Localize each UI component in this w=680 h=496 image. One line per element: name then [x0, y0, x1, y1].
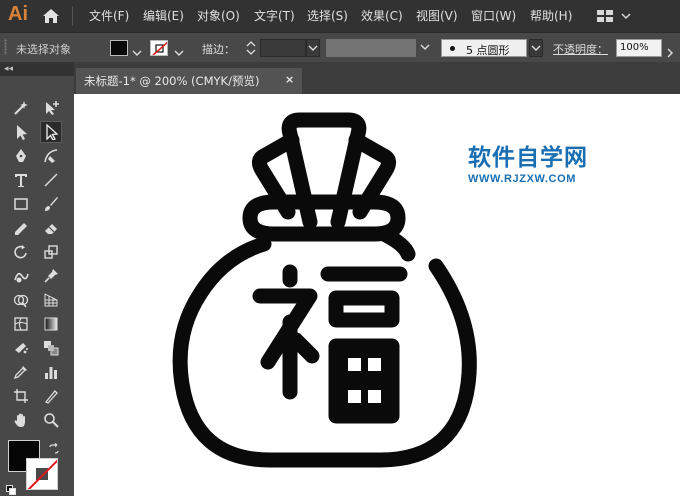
- rotate-tool-icon[interactable]: [10, 241, 32, 263]
- brush-definition-field[interactable]: 5 点圆形: [441, 39, 527, 57]
- menu-view[interactable]: 视图(V): [416, 7, 458, 24]
- variable-width-profile[interactable]: [326, 39, 416, 57]
- opacity-label[interactable]: 不透明度：: [553, 41, 608, 57]
- puppet-warp-tool-icon[interactable]: [40, 265, 62, 287]
- zoom-tool-icon[interactable]: [40, 409, 62, 431]
- type-tool-icon[interactable]: [10, 169, 32, 191]
- brush-size: 5: [466, 44, 473, 57]
- stroke-color-box[interactable]: [26, 458, 58, 490]
- tools-panel: [0, 76, 74, 496]
- stroke-weight-dropdown[interactable]: [306, 39, 320, 57]
- workspace-switcher-icon[interactable]: [596, 8, 634, 24]
- panel-grip-icon[interactable]: [4, 39, 7, 55]
- document-tab[interactable]: 未标题-1* @ 200% (CMYK/预览) ×: [76, 68, 302, 94]
- perspective-grid-tool-icon[interactable]: [40, 289, 62, 311]
- collapse-panel-icon[interactable]: ◂◂: [4, 64, 13, 74]
- stroke-color-swatch[interactable]: [150, 40, 168, 56]
- selection-tool-icon[interactable]: [10, 121, 32, 143]
- warp-tool-icon[interactable]: [10, 265, 32, 287]
- mesh-tool-icon[interactable]: [10, 313, 32, 335]
- menu-bar: Ai 文件(F) 编辑(E) 对象(O) 文字(T) 选择(S) 效果(C) 视…: [0, 0, 680, 32]
- money-bag-icon[interactable]: [74, 94, 680, 496]
- menu-window[interactable]: 窗口(W): [471, 7, 516, 24]
- home-icon[interactable]: [40, 6, 62, 26]
- app-logo: Ai: [8, 3, 28, 25]
- menu-effect[interactable]: 效果(C): [361, 7, 403, 24]
- scale-tool-icon[interactable]: [40, 241, 62, 263]
- tools-panel-header[interactable]: ◂◂: [0, 62, 74, 76]
- chevron-down-icon[interactable]: [174, 43, 184, 56]
- anchor-add-tool-icon[interactable]: [40, 97, 62, 119]
- menu-help[interactable]: 帮助(H): [530, 7, 572, 24]
- brush-dot-icon: [450, 46, 455, 51]
- menu-type[interactable]: 文字(T): [254, 7, 295, 24]
- control-bar: 未选择对象 描边： 5 点圆形 不透明度： 100%: [0, 32, 680, 62]
- opacity-input[interactable]: 100%: [616, 39, 662, 57]
- eyedropper-tool-icon[interactable]: [10, 361, 32, 383]
- magic-wand-tool-icon[interactable]: [10, 97, 32, 119]
- slice-tool-icon[interactable]: [40, 385, 62, 407]
- menu-select[interactable]: 选择(S): [307, 7, 348, 24]
- menu-file[interactable]: 文件(F): [89, 7, 129, 24]
- stroke-label: 描边：: [202, 43, 235, 56]
- artboard-tool-icon[interactable]: [10, 385, 32, 407]
- watermark: 软件自学网 WWW.RJZXW.COM: [468, 138, 588, 185]
- brush-dropdown[interactable]: [529, 39, 543, 57]
- direct-selection-tool-icon[interactable]: [40, 121, 62, 143]
- selection-status: 未选择对象: [16, 43, 71, 56]
- rectangle-tool-icon[interactable]: [10, 193, 32, 215]
- menu-edit[interactable]: 编辑(E): [143, 7, 184, 24]
- artboard-canvas[interactable]: 软件自学网 WWW.RJZXW.COM: [74, 94, 680, 496]
- column-graph-tool-icon[interactable]: [40, 361, 62, 383]
- brush-name: 点圆形: [476, 44, 510, 57]
- blend-tool-icon[interactable]: [40, 337, 62, 359]
- default-fill-stroke-icon[interactable]: [6, 480, 16, 495]
- document-tab-label: 未标题-1* @ 200% (CMYK/预览): [84, 74, 260, 88]
- curvature-tool-icon[interactable]: [40, 145, 62, 167]
- chevron-right-icon[interactable]: [665, 43, 675, 58]
- fill-color-swatch[interactable]: [110, 40, 128, 56]
- watermark-title: 软件自学网: [468, 145, 588, 171]
- gradient-tool-icon[interactable]: [40, 313, 62, 335]
- shape-builder-tool-icon[interactable]: [10, 289, 32, 311]
- line-segment-tool-icon[interactable]: [40, 169, 62, 191]
- stroke-weight-input[interactable]: [260, 39, 306, 57]
- stepper-arrows-icon[interactable]: [246, 40, 256, 56]
- close-icon[interactable]: ×: [285, 73, 294, 86]
- paintbrush-tool-icon[interactable]: [40, 193, 62, 215]
- menu-object[interactable]: 对象(O): [197, 7, 240, 24]
- chevron-down-icon[interactable]: [419, 39, 433, 57]
- symbol-sprayer-tool-icon[interactable]: [10, 337, 32, 359]
- document-tab-strip: 未标题-1* @ 200% (CMYK/预览) ×: [74, 62, 680, 94]
- swap-fill-stroke-icon[interactable]: [48, 440, 60, 454]
- hand-tool-icon[interactable]: [10, 409, 32, 431]
- eraser-tool-icon[interactable]: [40, 217, 62, 239]
- shaper-tool-icon[interactable]: [10, 217, 32, 239]
- pen-tool-icon[interactable]: [10, 145, 32, 167]
- watermark-url: WWW.RJZXW.COM: [468, 173, 577, 185]
- chevron-down-icon[interactable]: [132, 43, 142, 56]
- menu-separator: [72, 6, 73, 26]
